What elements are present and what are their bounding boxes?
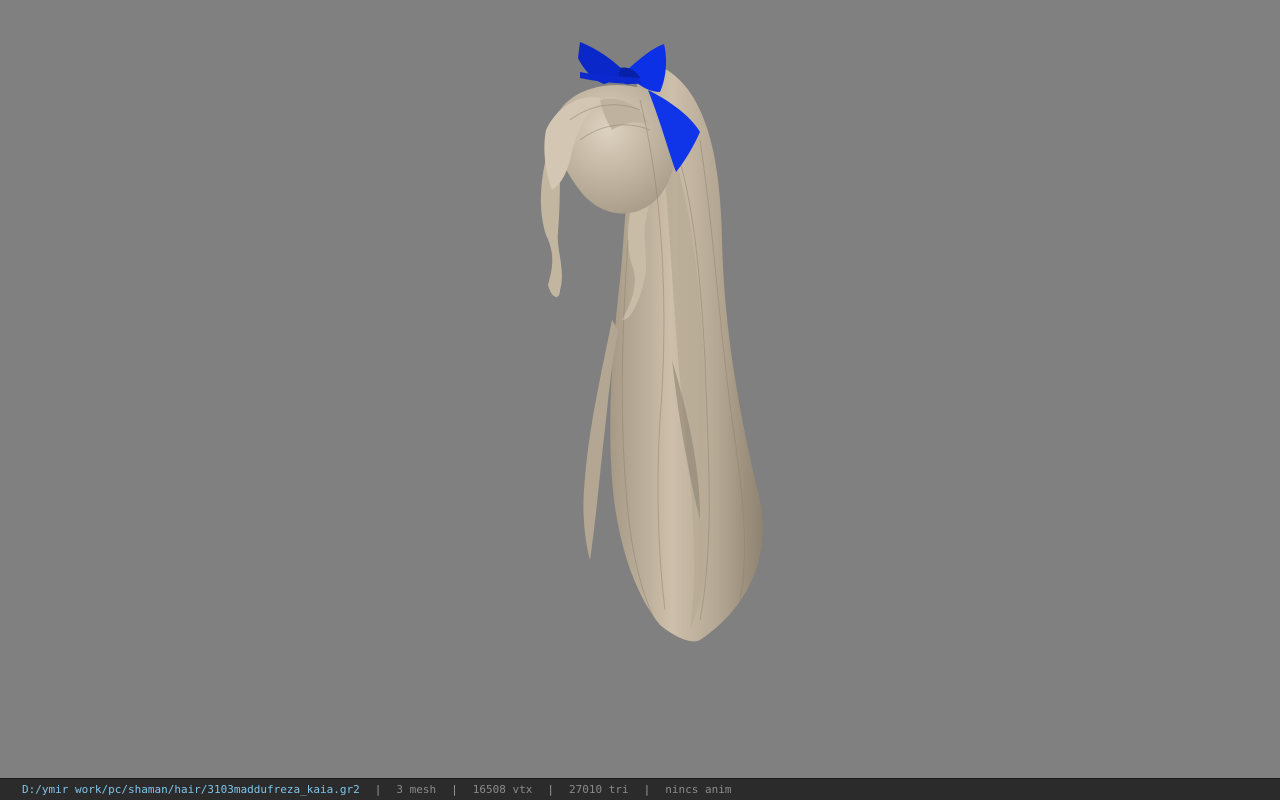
hair-model-render	[540, 42, 763, 642]
separator: |	[451, 783, 458, 796]
separator: |	[643, 783, 651, 796]
mesh-count-label: 3 mesh	[396, 783, 437, 796]
animation-status-label: nincs anim	[665, 783, 732, 796]
file-path-label: D:/ymir work/pc/shaman/hair/3103maddufre…	[22, 783, 360, 796]
separator: |	[374, 783, 382, 796]
3d-viewport[interactable]	[0, 0, 1280, 778]
separator: |	[547, 783, 554, 796]
vertex-count-label: 16508 vtx	[472, 783, 533, 796]
triangle-count-label: 27010 tri	[569, 783, 629, 796]
status-bar: D:/ymir work/pc/shaman/hair/3103maddufre…	[0, 778, 1280, 800]
